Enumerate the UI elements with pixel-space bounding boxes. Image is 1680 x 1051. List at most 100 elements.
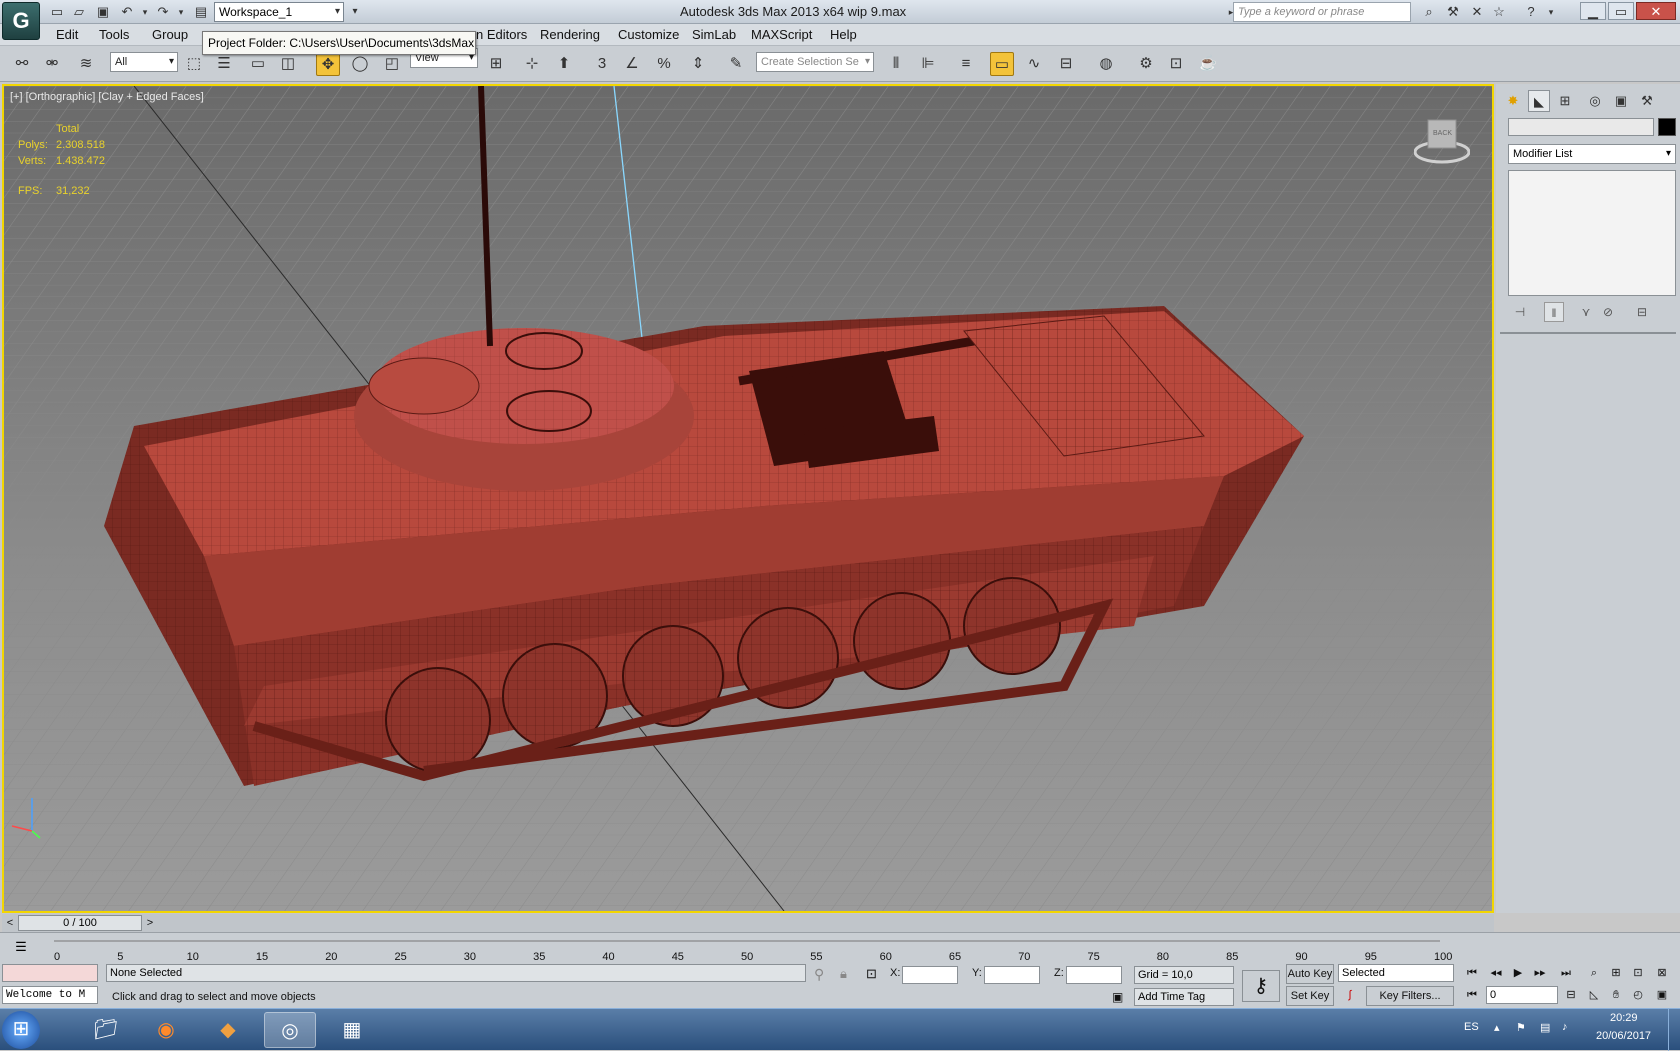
rendered-frame-window-icon[interactable]: ⊡ bbox=[1164, 52, 1188, 76]
display-tab-icon[interactable]: ▣ bbox=[1610, 90, 1632, 112]
mini-curve-editor-icon[interactable]: ☰ bbox=[12, 939, 30, 957]
zoom-all-icon[interactable]: ⊞ bbox=[1606, 964, 1626, 984]
quick-access-dropdown-icon[interactable]: ▾ bbox=[346, 3, 364, 21]
current-frame-field[interactable]: 0 bbox=[1486, 986, 1558, 1004]
pin-stack-icon[interactable]: ⊣ bbox=[1510, 302, 1530, 322]
select-object-icon[interactable]: ⬚ bbox=[182, 52, 206, 76]
menu-help[interactable]: Help bbox=[830, 27, 857, 42]
maxscript-listener-red[interactable] bbox=[2, 964, 98, 982]
minimize-icon[interactable]: ▁ bbox=[1580, 2, 1606, 20]
zoom-extents-icon[interactable]: ⊡ bbox=[1628, 964, 1648, 984]
utilities-tab-icon[interactable]: ⚒ bbox=[1636, 90, 1658, 112]
modifier-list-dropdown[interactable]: Modifier List bbox=[1508, 144, 1676, 164]
key-mode-dropdown[interactable]: Selected bbox=[1338, 964, 1454, 982]
image-viewer-icon[interactable]: ▦ bbox=[326, 1012, 378, 1048]
select-by-name-icon[interactable]: ☰ bbox=[212, 52, 236, 76]
isolate-selection-icon[interactable]: ⚲ bbox=[814, 966, 824, 983]
help-icon[interactable]: ? bbox=[1522, 3, 1540, 21]
z-coordinate-field[interactable] bbox=[1066, 966, 1122, 984]
menu-rendering[interactable]: Rendering bbox=[540, 27, 600, 42]
graphite-modeling-tools-icon[interactable]: ▭ bbox=[990, 52, 1014, 76]
set-key-icon[interactable]: ⚷ bbox=[1242, 970, 1280, 1002]
maximize-viewport-icon[interactable]: ▣ bbox=[1652, 986, 1672, 1006]
action-center-icon[interactable]: ⚑ bbox=[1516, 1021, 1526, 1034]
render-setup-icon[interactable]: ⚙ bbox=[1134, 52, 1158, 76]
key-filters-button[interactable]: Key Filters... bbox=[1366, 986, 1454, 1006]
default-in-out-tangents-icon[interactable]: ∫ bbox=[1340, 986, 1360, 1006]
open-file-icon[interactable]: ▱ bbox=[70, 3, 88, 21]
undo-dropdown-icon[interactable]: ▾ bbox=[136, 3, 154, 21]
pivot-center-icon[interactable]: ⊞ bbox=[484, 52, 508, 76]
add-time-tag-button[interactable]: Add Time Tag bbox=[1134, 988, 1234, 1006]
show-desktop-button[interactable] bbox=[1668, 1009, 1680, 1051]
rectangular-selection-icon[interactable]: ▭ bbox=[246, 52, 270, 76]
close-icon[interactable]: ✕ bbox=[1636, 2, 1676, 20]
layer-manager-icon[interactable]: ≡ bbox=[954, 52, 978, 76]
language-indicator[interactable]: ES bbox=[1464, 1021, 1479, 1033]
menu-customize[interactable]: Customize bbox=[618, 27, 679, 42]
menu-tools[interactable]: Tools bbox=[99, 27, 129, 42]
field-of-view-icon[interactable]: ◺ bbox=[1584, 986, 1604, 1006]
tray-expand-icon[interactable]: ▴ bbox=[1494, 1021, 1500, 1034]
time-slider-thumb[interactable]: 0 / 100 bbox=[18, 915, 142, 931]
named-selection-sets-dropdown[interactable]: Create Selection Se bbox=[756, 52, 874, 72]
mirror-icon[interactable]: ⫴ bbox=[884, 52, 908, 76]
menu-maxscript[interactable]: MAXScript bbox=[751, 27, 812, 42]
select-and-move-icon[interactable]: ✥ bbox=[316, 52, 340, 76]
redo-dropdown-icon[interactable]: ▾ bbox=[172, 3, 190, 21]
unlink-selection-icon[interactable]: ⚮ bbox=[40, 52, 64, 76]
go-to-end-icon[interactable]: ⏭ bbox=[1556, 964, 1576, 984]
object-color-swatch[interactable] bbox=[1658, 118, 1676, 136]
previous-frame-icon[interactable]: ◂◂ bbox=[1486, 964, 1506, 984]
key-mode-toggle-icon[interactable]: ⏮ bbox=[1462, 986, 1482, 1006]
time-configuration-icon[interactable]: ⊟ bbox=[1562, 986, 1580, 1006]
select-and-rotate-icon[interactable]: ◯ bbox=[348, 52, 372, 76]
clock-date[interactable]: 20/06/2017 bbox=[1596, 1030, 1651, 1042]
select-and-link-icon[interactable]: ⚯ bbox=[10, 52, 34, 76]
favorites-icon[interactable]: ☆ bbox=[1490, 3, 1508, 21]
object-name-field[interactable] bbox=[1508, 118, 1654, 136]
make-unique-icon[interactable]: ⋎ bbox=[1576, 302, 1596, 322]
material-editor-icon[interactable]: ◍ bbox=[1094, 52, 1118, 76]
set-key-button[interactable]: Set Key bbox=[1286, 986, 1334, 1006]
network-icon[interactable]: ▤ bbox=[1540, 1021, 1550, 1034]
selection-filter-dropdown[interactable]: All bbox=[110, 52, 178, 72]
render-production-icon[interactable]: ☕ bbox=[1196, 52, 1220, 76]
modify-tab-icon[interactable]: ◣ bbox=[1528, 90, 1550, 112]
menu-simlab[interactable]: SimLab bbox=[692, 27, 736, 42]
firefox-icon[interactable]: ◉ bbox=[140, 1012, 192, 1048]
clock-time[interactable]: 20:29 bbox=[1610, 1012, 1638, 1024]
remove-modifier-icon[interactable]: ⊘ bbox=[1598, 302, 1618, 322]
y-coordinate-field[interactable] bbox=[984, 966, 1040, 984]
menu-group[interactable]: Group bbox=[152, 27, 188, 42]
viewport-label-menu[interactable]: [+] [Orthographic] [Clay + Edged Faces] bbox=[10, 91, 204, 103]
configure-modifier-sets-icon[interactable]: ⊟ bbox=[1632, 302, 1652, 322]
hierarchy-tab-icon[interactable]: ⊞ bbox=[1554, 90, 1576, 112]
show-end-result-icon[interactable]: ‖ bbox=[1544, 302, 1564, 322]
workspace-dropdown[interactable]: Workspace_1 bbox=[214, 2, 344, 22]
create-tab-icon[interactable]: ✸ bbox=[1502, 90, 1524, 112]
select-and-manipulate-icon[interactable]: ⊹ bbox=[520, 52, 544, 76]
schematic-view-icon[interactable]: ⊟ bbox=[1054, 52, 1078, 76]
subscription-icon[interactable]: ⚒ bbox=[1444, 3, 1462, 21]
start-button-icon[interactable]: ⊞ bbox=[2, 1011, 40, 1049]
maxscript-mini-listener[interactable]: Welcome to M bbox=[2, 986, 98, 1004]
bind-to-space-warp-icon[interactable]: ≋ bbox=[74, 52, 98, 76]
play-icon[interactable]: ▶ bbox=[1508, 964, 1528, 984]
3ds-max-taskbar-icon[interactable]: ◎ bbox=[264, 1012, 316, 1048]
window-crossing-icon[interactable]: ◫ bbox=[276, 52, 300, 76]
save-file-icon[interactable]: ▣ bbox=[94, 3, 112, 21]
go-to-start-icon[interactable]: ⏮ bbox=[1462, 964, 1482, 984]
help-dropdown-icon[interactable]: ▾ bbox=[1542, 3, 1560, 21]
new-file-icon[interactable]: ▭ bbox=[48, 3, 66, 21]
menu-edit[interactable]: Edit bbox=[56, 27, 78, 42]
keyboard-shortcut-override-icon[interactable]: ⬆ bbox=[552, 52, 576, 76]
undo-icon[interactable]: ↶ bbox=[118, 3, 136, 21]
pan-view-icon[interactable]: ✋︎ bbox=[1606, 986, 1626, 1006]
communication-center-icon[interactable]: ✕ bbox=[1468, 3, 1486, 21]
auto-key-button[interactable]: Auto Key bbox=[1286, 964, 1334, 984]
redo-icon[interactable]: ↷ bbox=[154, 3, 172, 21]
align-icon[interactable]: ⊫ bbox=[916, 52, 940, 76]
angle-snap-icon[interactable]: ∠ bbox=[620, 52, 644, 76]
orthographic-viewport[interactable]: [+] [Orthographic] [Clay + Edged Faces] … bbox=[2, 84, 1494, 913]
